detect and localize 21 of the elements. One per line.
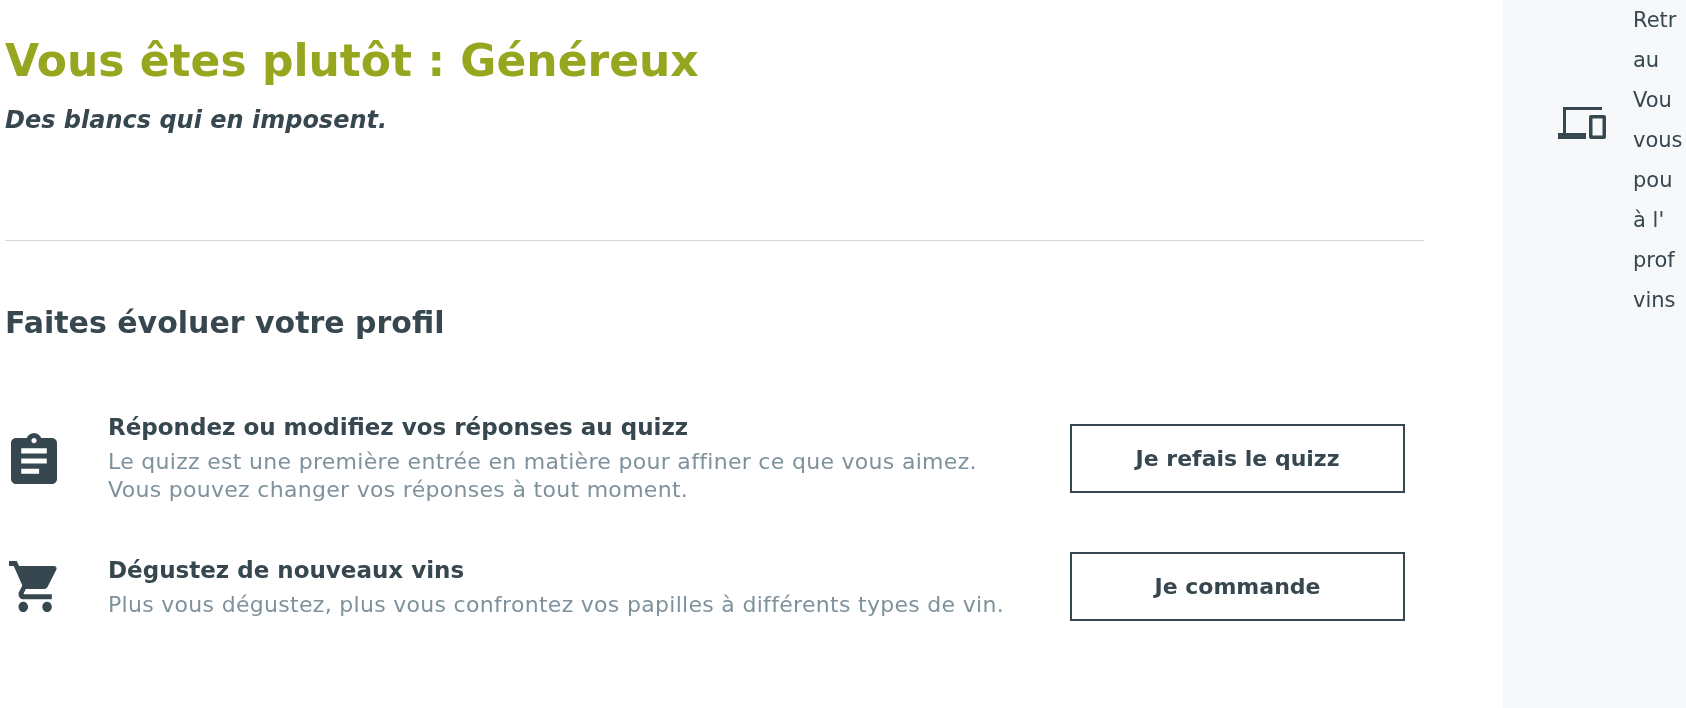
panel-text: Vou (1633, 87, 1672, 114)
result-tagline: Des blancs qui en imposent. (5, 105, 388, 135)
action-description: Plus vous dégustez, plus vous confrontez vos papilles à différents types de vin. (108, 590, 1005, 619)
action-button[interactable]: Je refais le quizz (1070, 423, 1405, 493)
action-button[interactable]: Je commande (1070, 552, 1405, 621)
laptop-phone-icon (1558, 107, 1606, 139)
clipboard-icon (11, 432, 57, 484)
panel-text: pou (1633, 167, 1673, 194)
section-heading: Faites évoluer votre profil (5, 304, 445, 342)
panel-text: au (1633, 47, 1660, 74)
action-description: Le quizz est une première entrée en matière pour affiner ce que vous aimez. (108, 448, 977, 476)
panel-text: à l' (1633, 207, 1665, 234)
cart-icon (9, 561, 58, 612)
action-title: Dégustez de nouveaux vins (108, 555, 465, 585)
panel-text: vous (1633, 127, 1683, 154)
panel-text: vins (1633, 287, 1676, 314)
result-title: Vous êtes plutôt : Généreux (5, 34, 699, 88)
panel-text: Retr (1633, 7, 1677, 34)
action-description: Vous pouvez changer vos réponses à tout moment. (108, 476, 689, 504)
panel-text: prof (1633, 247, 1675, 274)
action-title: Répondez ou modifiez vos réponses au quizz (108, 413, 689, 442)
